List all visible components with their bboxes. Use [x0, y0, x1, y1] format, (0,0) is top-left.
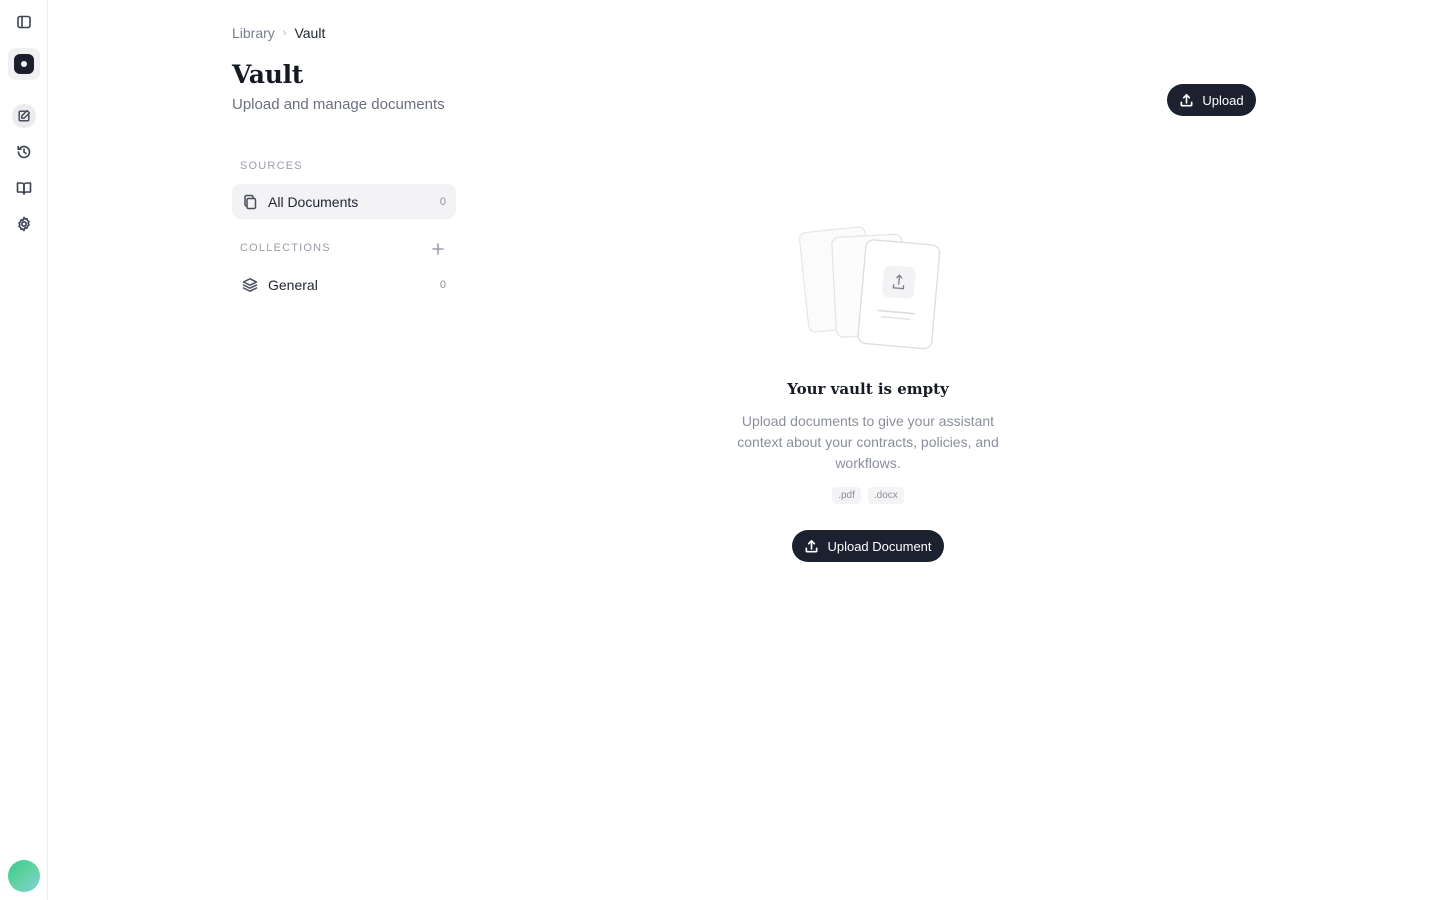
collection-item-count: 0 — [439, 278, 446, 291]
layers-icon — [242, 277, 258, 292]
upload-document-button-label: Upload Document — [827, 538, 932, 554]
plus-icon — [432, 243, 444, 255]
breadcrumb: Library › Vault — [232, 24, 325, 42]
sources-heading: SOURCES — [240, 160, 303, 172]
upload-button[interactable]: Upload — [1167, 84, 1256, 116]
history-button[interactable] — [8, 136, 40, 168]
upload-button-label: Upload — [1202, 92, 1244, 108]
collections-heading: COLLECTIONS — [240, 242, 331, 254]
page-title: Vault — [232, 60, 304, 89]
upload-icon — [1180, 93, 1193, 106]
gear-icon — [18, 216, 30, 232]
file-type-tag-pdf: .pdf — [832, 487, 861, 504]
app-rail — [0, 0, 48, 900]
new-chat-button[interactable] — [8, 100, 40, 132]
collection-item-label: General — [268, 276, 318, 293]
source-item-label: All Documents — [268, 193, 359, 210]
user-avatar[interactable] — [8, 860, 40, 892]
source-item-all-documents[interactable]: All Documents 0 — [232, 184, 456, 219]
add-collection-button[interactable] — [429, 240, 447, 258]
empty-state-description: Upload documents to give your assistant … — [737, 413, 999, 471]
breadcrumb-current: Vault — [294, 25, 326, 41]
empty-documents-illustration — [799, 226, 941, 350]
history-icon — [17, 145, 31, 159]
settings-button[interactable] — [8, 208, 40, 240]
chevron-right-icon: › — [282, 27, 287, 39]
collection-item-general[interactable]: General 0 — [232, 267, 456, 302]
logo-button[interactable] — [8, 48, 40, 80]
breadcrumb-library-link[interactable]: Library — [232, 25, 275, 41]
upload-icon — [805, 539, 818, 552]
sidebar-toggle-icon — [17, 15, 31, 29]
documents-icon — [244, 194, 257, 209]
upload-document-button[interactable]: Upload Document — [792, 530, 944, 562]
logo-icon — [14, 54, 34, 74]
source-item-count: 0 — [439, 195, 446, 208]
book-icon — [16, 182, 32, 195]
file-type-tag-docx: .docx — [867, 487, 904, 504]
empty-state-title: Your vault is empty — [787, 380, 949, 398]
page-subtitle: Upload and manage documents — [232, 96, 445, 113]
file-type-tags: .pdf .docx — [668, 487, 1068, 504]
edit-icon — [18, 109, 31, 122]
sidebar-toggle-button[interactable] — [8, 6, 40, 38]
library-button[interactable] — [8, 172, 40, 204]
